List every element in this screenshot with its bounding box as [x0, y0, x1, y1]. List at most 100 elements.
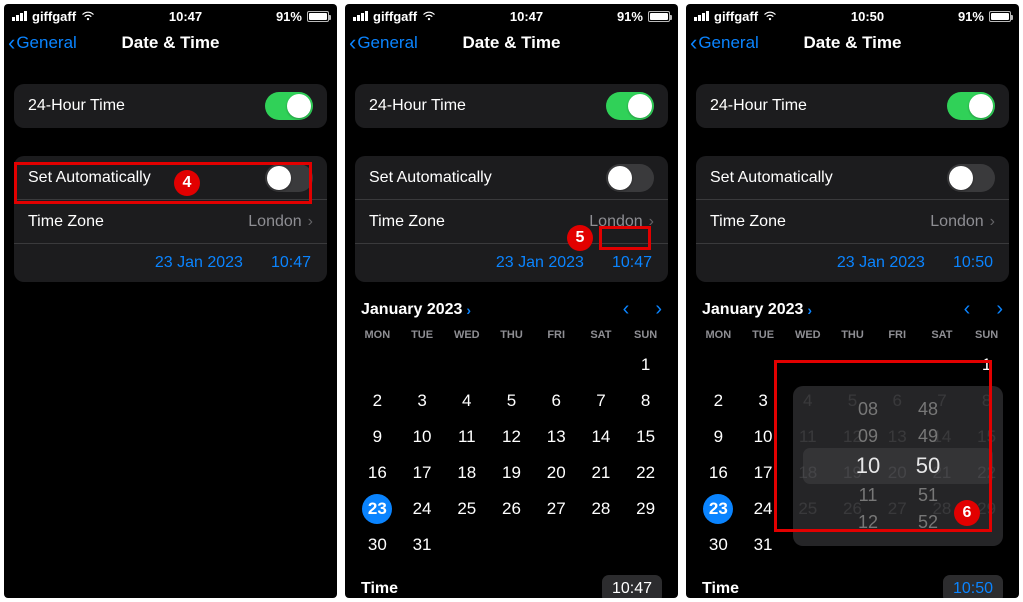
battery-icon: [307, 11, 329, 22]
calendar-day[interactable]: 9: [696, 419, 741, 455]
time-footer: Time 10:50: [686, 563, 1019, 598]
row-timezone[interactable]: Time Zone London›: [14, 200, 327, 244]
toggle-switch[interactable]: [947, 164, 995, 192]
calendar-day[interactable]: 9: [355, 419, 400, 455]
row-set-automatically[interactable]: Set Automatically: [14, 156, 327, 200]
calendar-day[interactable]: 28: [579, 491, 624, 527]
row-timezone[interactable]: Time Zone London›: [696, 200, 1009, 244]
step-marker: 5: [567, 225, 593, 251]
calendar-day[interactable]: 3: [400, 383, 445, 419]
time-display[interactable]: 10:47: [612, 254, 652, 272]
calendar-day[interactable]: 12: [489, 419, 534, 455]
dow-label: THU: [489, 329, 534, 341]
calendar-day[interactable]: 10: [400, 419, 445, 455]
calendar-day[interactable]: 16: [355, 455, 400, 491]
calendar-day[interactable]: 15: [623, 419, 668, 455]
time-display[interactable]: 10:50: [953, 254, 993, 272]
time-footer: Time 10:47: [345, 563, 678, 598]
back-button[interactable]: ‹General: [686, 32, 759, 54]
calendar-day[interactable]: 23: [696, 491, 741, 527]
prev-month-button[interactable]: ‹: [623, 298, 630, 321]
calendar-grid: 1234567891011121314151617181920212223242…: [345, 347, 678, 563]
next-month-button[interactable]: ›: [996, 298, 1003, 321]
calendar-day[interactable]: 1: [623, 347, 668, 383]
calendar-day[interactable]: 3: [741, 383, 786, 419]
calendar-day[interactable]: 11: [444, 419, 489, 455]
calendar-day[interactable]: 17: [741, 455, 786, 491]
row-24hour[interactable]: 24-Hour Time: [355, 84, 668, 128]
next-month-button[interactable]: ›: [655, 298, 662, 321]
row-label: Set Automatically: [369, 169, 492, 187]
group-24hour: 24-Hour Time: [696, 84, 1009, 128]
calendar-day[interactable]: 16: [696, 455, 741, 491]
calendar-day[interactable]: 31: [741, 527, 786, 563]
calendar-day[interactable]: 17: [400, 455, 445, 491]
date-display[interactable]: 23 Jan 2023: [155, 254, 243, 272]
calendar-day[interactable]: 18: [444, 455, 489, 491]
calendar-header: January 2023› ‹ ›: [345, 292, 678, 325]
toggle-switch[interactable]: [606, 164, 654, 192]
calendar-day[interactable]: 31: [400, 527, 445, 563]
calendar-day[interactable]: 1: [964, 347, 1009, 383]
status-time: 10:50: [851, 9, 884, 24]
toggle-switch[interactable]: [265, 164, 313, 192]
calendar-day[interactable]: 13: [534, 419, 579, 455]
calendar-day[interactable]: 7: [579, 383, 624, 419]
row-date-display[interactable]: 23 Jan 2023 10:50: [696, 244, 1009, 282]
step-marker: 4: [174, 170, 200, 196]
wifi-icon: [763, 11, 777, 21]
back-button[interactable]: ‹General: [4, 32, 77, 54]
date-display[interactable]: 23 Jan 2023: [496, 254, 584, 272]
calendar-day[interactable]: 19: [489, 455, 534, 491]
group-datetime: Set Automatically Time Zone London› 23 J…: [355, 156, 668, 282]
calendar-day[interactable]: 24: [400, 491, 445, 527]
group-24hour: 24-Hour Time: [355, 84, 668, 128]
row-24hour[interactable]: 24-Hour Time: [14, 84, 327, 128]
toggle-switch[interactable]: [265, 92, 313, 120]
row-label: 24-Hour Time: [28, 97, 125, 115]
detail-value: London: [589, 213, 642, 231]
time-label: Time: [361, 580, 398, 598]
calendar-day[interactable]: 24: [741, 491, 786, 527]
month-button[interactable]: January 2023›: [702, 301, 812, 319]
back-button[interactable]: ‹General: [345, 32, 418, 54]
row-timezone[interactable]: Time Zone London›: [355, 200, 668, 244]
calendar-day[interactable]: 30: [355, 527, 400, 563]
calendar-day[interactable]: 21: [579, 455, 624, 491]
row-24hour[interactable]: 24-Hour Time: [696, 84, 1009, 128]
calendar-day[interactable]: 26: [489, 491, 534, 527]
calendar-day[interactable]: 8: [623, 383, 668, 419]
signal-bars-icon: [353, 11, 368, 21]
prev-month-button[interactable]: ‹: [964, 298, 971, 321]
calendar-day[interactable]: 23: [355, 491, 400, 527]
chevron-left-icon: ‹: [8, 32, 15, 54]
date-display[interactable]: 23 Jan 2023: [837, 254, 925, 272]
calendar-day[interactable]: 14: [579, 419, 624, 455]
month-button[interactable]: January 2023›: [361, 301, 471, 319]
group-24hour: 24-Hour Time: [14, 84, 327, 128]
calendar-day[interactable]: 10: [741, 419, 786, 455]
calendar-day[interactable]: 30: [696, 527, 741, 563]
calendar-day[interactable]: 6: [534, 383, 579, 419]
calendar-day[interactable]: 20: [534, 455, 579, 491]
time-display[interactable]: 10:47: [271, 254, 311, 272]
row-date-display[interactable]: 23 Jan 2023 10:47: [355, 244, 668, 282]
toggle-switch[interactable]: [606, 92, 654, 120]
row-set-automatically[interactable]: Set Automatically: [696, 156, 1009, 200]
calendar-day[interactable]: 22: [623, 455, 668, 491]
calendar-day[interactable]: 27: [534, 491, 579, 527]
time-value-pill[interactable]: 10:47: [602, 575, 662, 598]
calendar-day[interactable]: 5: [489, 383, 534, 419]
toggle-switch[interactable]: [947, 92, 995, 120]
row-set-automatically[interactable]: Set Automatically: [355, 156, 668, 200]
screen-3: giffgaff 10:50 91% ‹General Date & Time …: [686, 4, 1019, 598]
calendar-day[interactable]: 2: [696, 383, 741, 419]
status-time: 10:47: [510, 9, 543, 24]
calendar-day[interactable]: 25: [444, 491, 489, 527]
calendar-day[interactable]: 4: [444, 383, 489, 419]
calendar-day[interactable]: 29: [623, 491, 668, 527]
row-date-display[interactable]: 23 Jan 2023 10:47: [14, 244, 327, 282]
time-value-pill[interactable]: 10:50: [943, 575, 1003, 598]
carrier-label: giffgaff: [32, 9, 76, 24]
calendar-day[interactable]: 2: [355, 383, 400, 419]
